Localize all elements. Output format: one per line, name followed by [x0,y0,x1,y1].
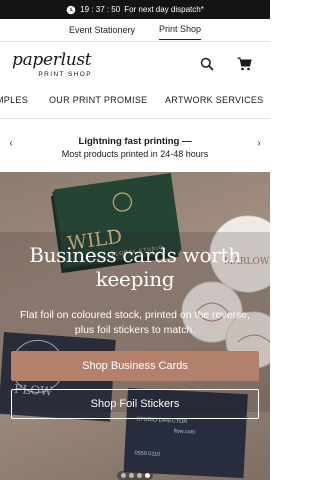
promo-banner: ‹ Lightning fast printing — Most product… [0,124,270,168]
promo-body: Most products printed in 24-48 hours [61,149,209,159]
brand-subtitle: PRINT SHOP [38,71,92,78]
hero-title-line-2: keeping [95,267,175,291]
site-switch: Event Stationery Print Shop [0,19,270,41]
shop-business-cards-button[interactable]: Shop Business Cards [11,351,259,381]
carousel-dot[interactable] [136,473,142,478]
cart-icon[interactable] [236,56,252,72]
countdown-time: 19 : 37 : 50 [80,5,121,14]
nav-item-artwork-services[interactable]: ARTWORK SERVICES [165,95,264,105]
brand-wordmark: paperlust [12,50,92,70]
main-nav: MPLES OUR PRINT PROMISE ARTWORK SERVICES [0,92,270,110]
hero-subtitle: Flat foil on coloured stock, printed on … [0,308,270,338]
shop-foil-stickers-button[interactable]: Shop Foil Stickers [11,389,259,419]
search-icon[interactable] [199,56,215,72]
divider [0,41,270,42]
promo-title: Lightning fast printing — [78,136,192,147]
carousel-dot[interactable] [128,473,134,478]
card-text-flow-site: flow.com [174,428,196,435]
hero-subtitle-line-2: plus foil stickers to match. [74,324,196,336]
chevron-right-icon[interactable]: › [254,138,264,149]
divider [0,118,270,119]
announcement-text: For next day dispatch* [124,5,204,14]
announcement-bar: 19 : 37 : 50 For next day dispatch* [0,0,270,19]
clock-icon [66,5,76,15]
nav-item-print-promise[interactable]: OUR PRINT PROMISE [49,95,147,105]
carousel-dot[interactable] [120,473,126,478]
carousel-indicator [117,471,153,480]
brand-logo[interactable]: paperlust PRINT SHOP [12,52,92,82]
hero-title-line-1: Business cards worth [29,243,241,267]
nav-item-samples[interactable]: MPLES [0,95,28,105]
site-switch-print-shop[interactable]: Print Shop [159,19,202,40]
hero-subtitle-line-1: Flat foil on coloured stock, printed on … [20,309,250,321]
site-switch-event-stationery[interactable]: Event Stationery [69,19,135,41]
carousel-dot-active[interactable] [144,473,150,478]
hero-title: Business cards worth keeping [0,243,270,291]
